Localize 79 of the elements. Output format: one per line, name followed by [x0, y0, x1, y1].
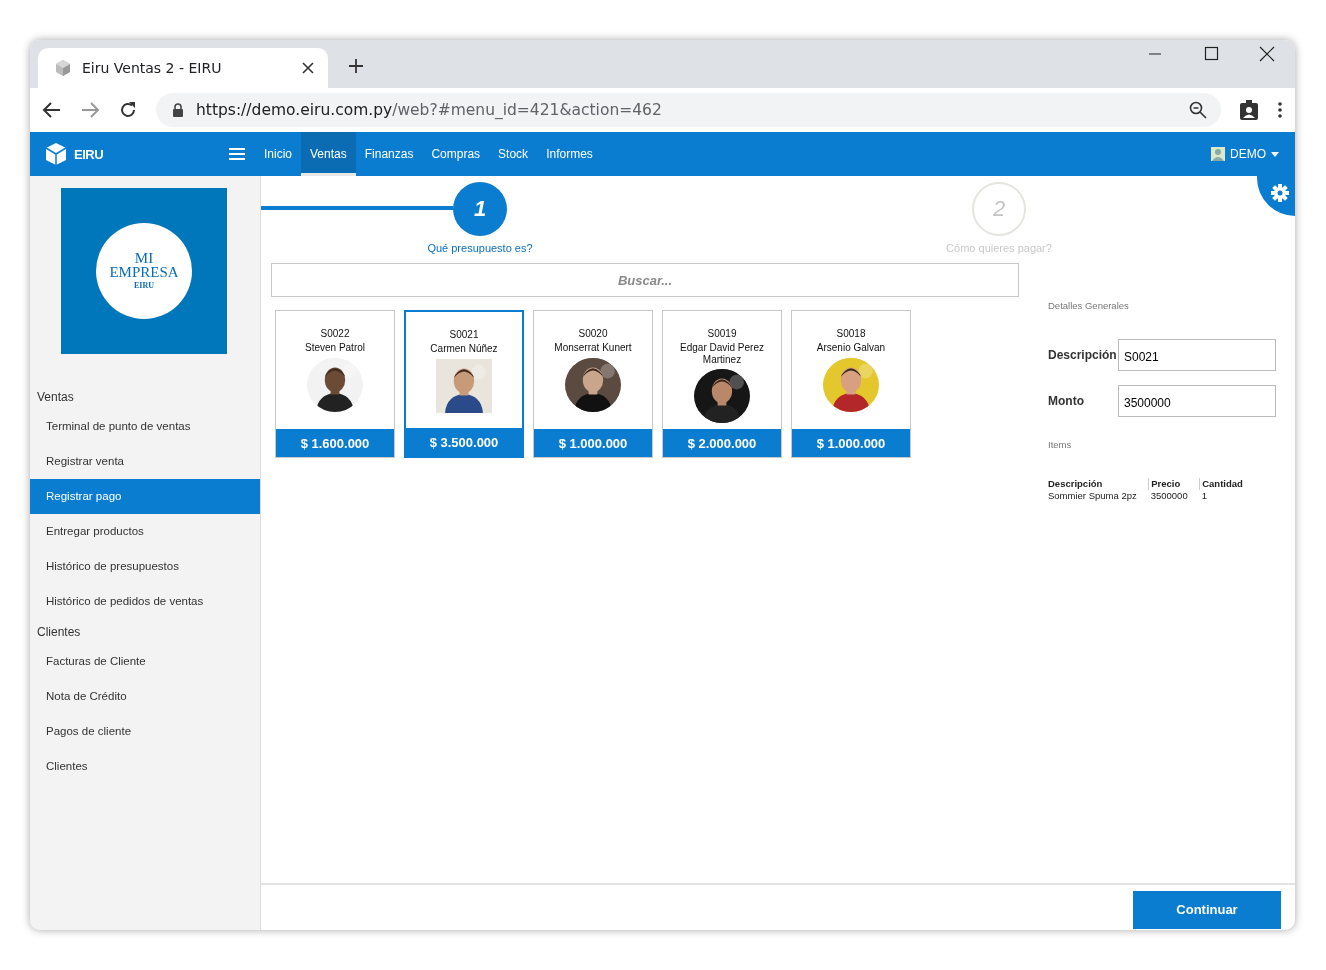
column-header: Cantidad [1199, 478, 1255, 490]
nav-tab[interactable]: Inicio [255, 132, 301, 176]
customer-name: Monserrat Kunert [553, 342, 633, 354]
browser-tab[interactable]: Eiru Ventas 2 - EIRU [38, 48, 328, 88]
search-field[interactable]: Buscar... [271, 263, 1019, 297]
table-cell: 3500000 [1148, 490, 1200, 501]
quote-card[interactable]: S0019 Edgar David Perez Martinez $ 2.000.000 [662, 310, 782, 458]
sidebar-item[interactable]: Clientes [30, 749, 260, 784]
quote-code: S0019 [707, 328, 737, 339]
brand-name: EIRU [74, 146, 104, 162]
reload-icon[interactable] [118, 100, 138, 120]
user-menu[interactable]: DEMO [1230, 147, 1266, 161]
close-icon[interactable] [302, 62, 314, 74]
section-title: Items [1048, 439, 1073, 450]
more-icon[interactable] [1277, 101, 1283, 119]
step-label: Qué presupuesto es? [427, 242, 533, 254]
sidebar-item[interactable]: Nota de Crédito [30, 679, 260, 714]
nav-tab[interactable]: Informes [537, 132, 602, 176]
tab-title: Eiru Ventas 2 - EIRU [82, 60, 223, 76]
customer-name: Edgar David Perez Martinez [679, 342, 765, 365]
price-bar: $ 3.500.000 [406, 428, 522, 456]
menu-icon[interactable] [229, 147, 245, 161]
logo-text: EMPRESA [109, 265, 179, 280]
quote-code: S0020 [578, 328, 608, 339]
logo-text: MI [134, 252, 154, 266]
sidebar-heading: Ventas [36, 389, 75, 406]
field-label: Monto [1048, 394, 1085, 408]
table-cell-text: 1 [1200, 490, 1208, 501]
logo-subtext: EIRU [134, 282, 154, 290]
zoom-icon[interactable] [1189, 101, 1207, 119]
lock-icon [172, 103, 184, 117]
continue-button[interactable]: Continuar [1133, 890, 1281, 929]
price-bar: $ 1.000.000 [792, 429, 910, 457]
customer-name: Carmen Núñez [429, 343, 499, 355]
customer-name: Steven Patrol [303, 342, 366, 354]
cube-icon [54, 59, 72, 77]
input-field[interactable]: S0021 [1118, 339, 1276, 371]
price-bar: $ 2.000.000 [663, 429, 781, 457]
nav-tab[interactable]: Ventas [301, 132, 356, 176]
quote-code: S0018 [836, 328, 866, 339]
sidebar-item[interactable]: Registrar venta [30, 444, 260, 479]
settings-icon[interactable] [1271, 184, 1289, 202]
table-cell: Sommier Spuma 2pz [1048, 490, 1149, 501]
sidebar-item[interactable]: Pagos de cliente [30, 714, 260, 749]
section-title: Detalles Generales [1048, 300, 1130, 311]
step-number: 1 [453, 182, 507, 236]
url-text: https://demo.eiru.com.py/web?#menu_id=421&action=462 [196, 101, 663, 119]
quote-code: S0022 [320, 328, 350, 339]
badge-icon[interactable] [1239, 99, 1259, 121]
customer-name: Arsenio Galvan [815, 342, 887, 354]
input-field[interactable]: 3500000 [1118, 385, 1276, 417]
nav-tab[interactable]: Stock [489, 132, 538, 176]
cube-icon [44, 142, 68, 166]
quote-card[interactable]: S0018 Arsenio Galvan $ 1.000.000 [791, 310, 911, 458]
quote-code: S0021 [449, 329, 479, 340]
sidebar-item[interactable]: Facturas de Cliente [30, 644, 260, 679]
quote-card[interactable]: S0021 Carmen Núñez $ 3.500.000 [404, 310, 524, 458]
sidebar-item[interactable]: Histórico de pedidos de ventas [30, 584, 260, 619]
plus-icon[interactable] [348, 58, 364, 74]
field-label: Descripción [1048, 348, 1118, 362]
column-header: Descripción [1048, 478, 1149, 490]
address-bar[interactable]: https://demo.eiru.com.py/web?#menu_id=421&action=462 [156, 93, 1221, 127]
sidebar-item[interactable]: Terminal de punto de ventas [30, 409, 260, 444]
price-bar: $ 1.000.000 [534, 429, 652, 457]
step-number: 2 [972, 182, 1026, 236]
sidebar-item[interactable]: Histórico de presupuestos [30, 549, 260, 584]
column-header: Precio [1148, 478, 1200, 490]
quote-card[interactable]: S0022 Steven Patrol $ 1.600.000 [275, 310, 395, 458]
nav-tab[interactable]: Compras [422, 132, 490, 176]
price-bar: $ 1.600.000 [276, 429, 394, 457]
back-icon[interactable] [42, 100, 62, 120]
forward-icon[interactable] [80, 100, 100, 120]
sidebar-heading: Clientes [36, 624, 82, 641]
caret-icon[interactable] [1271, 151, 1279, 157]
nav-tab[interactable]: Finanzas [355, 132, 423, 176]
avatar-icon [1211, 147, 1225, 161]
sidebar-item[interactable]: Entregar productos [30, 514, 260, 549]
sidebar-item[interactable]: Registrar pago [30, 479, 260, 514]
quote-card[interactable]: S0020 Monserrat Kunert $ 1.000.000 [533, 310, 653, 458]
